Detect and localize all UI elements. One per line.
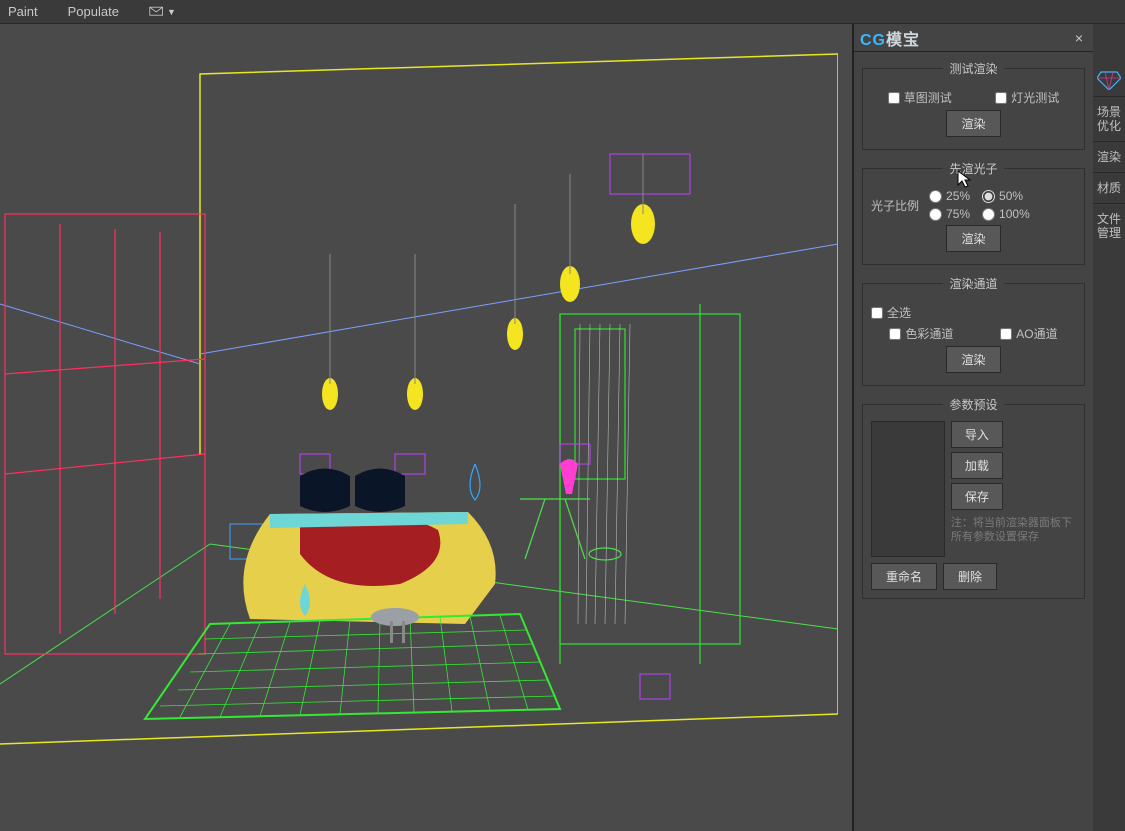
3d-viewport[interactable] xyxy=(0,24,853,831)
group-preset: 参数预设 导入 加载 保存 注：将当前渲染器面板下所有参数设置保存 重命名 删除 xyxy=(862,396,1085,599)
chk-light-test[interactable]: 灯光测试 xyxy=(995,89,1059,106)
btn-delete[interactable]: 删除 xyxy=(943,563,997,590)
close-icon[interactable]: × xyxy=(1071,30,1087,46)
diamond-icon[interactable] xyxy=(1093,64,1125,96)
chk-draft-test[interactable]: 草图测试 xyxy=(888,89,952,106)
tab-file-mgmt[interactable]: 文件管理 xyxy=(1093,203,1125,248)
btn-import[interactable]: 导入 xyxy=(951,421,1003,448)
group-title: 先渲光子 xyxy=(943,160,1003,177)
group-channels: 渲染通道 全选 色彩通道 AO通道 渲染 xyxy=(862,275,1085,386)
chk-select-all[interactable]: 全选 xyxy=(871,304,911,321)
radio-75[interactable]: 75% xyxy=(929,207,970,221)
cg-plugin-panel: CG模宝 × 测试渲染 草图测试 灯光测试 渲染 先渲光子 光子比例 25% xyxy=(853,24,1093,831)
menu-paint[interactable]: Paint xyxy=(8,4,38,19)
btn-render-channel[interactable]: 渲染 xyxy=(946,346,1000,373)
tab-scene-opt[interactable]: 场景优化 xyxy=(1093,96,1125,141)
envelope-dropdown[interactable]: ▼ xyxy=(149,6,176,18)
right-tab-strip: 场景优化 渲染 材质 文件管理 xyxy=(1093,24,1125,831)
radio-50[interactable]: 50% xyxy=(982,189,1030,203)
btn-rename[interactable]: 重命名 xyxy=(871,563,937,590)
group-title: 测试渲染 xyxy=(943,60,1003,77)
radio-100[interactable]: 100% xyxy=(982,207,1030,221)
menu-populate[interactable]: Populate xyxy=(68,4,119,19)
chk-ao-channel[interactable]: AO通道 xyxy=(1000,325,1057,342)
group-title: 参数预设 xyxy=(943,396,1003,413)
btn-load[interactable]: 加载 xyxy=(951,452,1003,479)
photon-ratio-label: 光子比例 xyxy=(871,197,919,214)
wireframe-scene xyxy=(0,24,838,831)
group-photon: 先渲光子 光子比例 25% 50% 75% 100% 渲染 xyxy=(862,160,1085,265)
group-title: 渲染通道 xyxy=(943,275,1003,292)
preset-listbox[interactable] xyxy=(871,421,945,557)
group-test-render: 测试渲染 草图测试 灯光测试 渲染 xyxy=(862,60,1085,150)
btn-render-photon[interactable]: 渲染 xyxy=(946,225,1000,252)
btn-render-test[interactable]: 渲染 xyxy=(946,110,1000,137)
tab-material[interactable]: 材质 xyxy=(1093,172,1125,203)
preset-note: 注：将当前渲染器面板下所有参数设置保存 xyxy=(951,516,1076,544)
radio-25[interactable]: 25% xyxy=(929,189,970,203)
tab-render[interactable]: 渲染 xyxy=(1093,141,1125,172)
chk-color-channel[interactable]: 色彩通道 xyxy=(889,325,953,342)
brand-logo: CG模宝 xyxy=(860,26,920,50)
btn-save[interactable]: 保存 xyxy=(951,483,1003,510)
top-menu-bar: Paint Populate ▼ xyxy=(0,0,1125,24)
